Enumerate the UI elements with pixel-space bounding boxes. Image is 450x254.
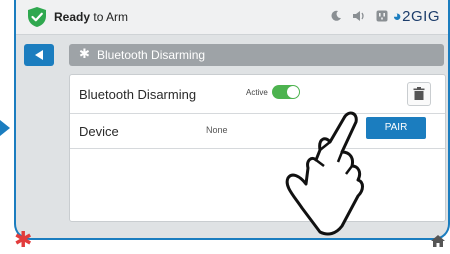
status-to-arm: to Arm: [90, 10, 129, 24]
active-label: Active: [246, 88, 268, 97]
delete-button[interactable]: [407, 82, 431, 106]
toggle-knob: [287, 86, 299, 98]
device-value: None: [206, 125, 228, 135]
bluetooth-disarming-label: Bluetooth Disarming: [79, 87, 197, 102]
status-ready: Ready: [54, 10, 91, 24]
emergency-icon[interactable]: ✱: [14, 229, 32, 251]
pointing-hand-icon: [285, 111, 364, 236]
brand-logo: ◕2GIG: [393, 8, 440, 25]
touchscreen: Ready to Arm ◕2GIG ✱ Bluetooth Disarming…: [14, 0, 450, 240]
back-button[interactable]: [24, 44, 54, 66]
trash-icon: [413, 87, 425, 100]
bluetooth-icon: ✱: [79, 46, 90, 61]
system-status: Ready to Arm: [54, 10, 128, 24]
page-title: Bluetooth Disarming: [97, 48, 206, 62]
bluetooth-disarming-toggle[interactable]: [272, 85, 300, 99]
panel-frame: Ready to Arm ◕2GIG ✱ Bluetooth Disarming…: [14, 0, 450, 254]
brand-text: 2GIG: [402, 8, 440, 25]
device-label: Device: [79, 124, 119, 139]
status-bar: Ready to Arm ◕2GIG: [16, 0, 448, 35]
shield-check-icon: [28, 7, 46, 27]
speaker-icon[interactable]: [352, 10, 366, 22]
page-title-bar: ✱ Bluetooth Disarming: [69, 44, 444, 66]
home-icon[interactable]: [430, 234, 446, 248]
brand-mark: ◕: [392, 8, 403, 25]
moon-icon: [331, 10, 341, 21]
pointer-arrow-icon: [0, 120, 10, 136]
outlet-icon[interactable]: [376, 10, 388, 22]
